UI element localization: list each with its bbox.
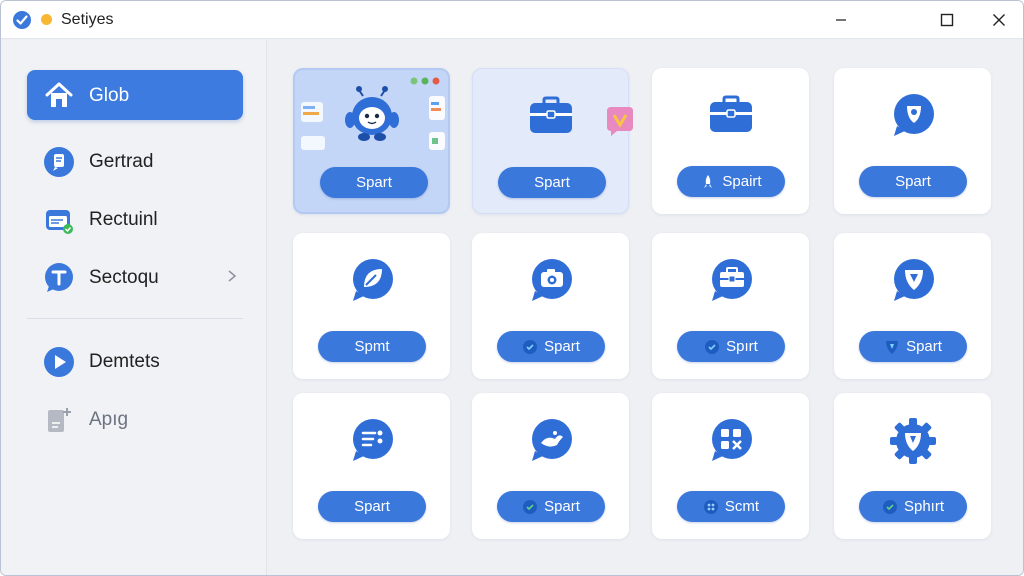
chat-leaf-icon	[352, 259, 393, 301]
start-button[interactable]: Spart	[497, 491, 605, 522]
rocket-icon	[704, 174, 713, 188]
button-label: Spırt	[726, 338, 758, 355]
sidebar-divider	[27, 318, 243, 319]
sidebar: Glob Gertrad Rectuinl Sectoqu Demtets Ap…	[1, 40, 267, 575]
button-label: Spart	[906, 338, 942, 355]
briefcase-icon	[709, 95, 752, 132]
calendar-check-icon	[46, 210, 73, 234]
play-circle-icon	[44, 347, 74, 377]
file-add-icon	[48, 408, 71, 432]
sidebar-item-rectuinl[interactable]: Rectuinl	[27, 194, 243, 244]
maximize-icon	[940, 13, 954, 27]
app-window: Setiyes Glob Gertrad Rectuinl Sectoqu De…	[0, 0, 1024, 576]
maximize-button[interactable]	[923, 1, 971, 39]
sidebar-item-sectoqu[interactable]: Sectoqu	[27, 252, 243, 302]
tile-card[interactable]: Spairt	[652, 68, 809, 214]
camera-chat-icon	[531, 259, 572, 301]
chat-shield-icon	[893, 94, 934, 136]
check-badge-icon	[882, 499, 897, 514]
status-dot	[41, 14, 52, 25]
shield-badge-icon	[886, 340, 899, 354]
button-label: Scmt	[724, 498, 760, 515]
sidebar-item-label: Sectoqu	[89, 267, 159, 288]
start-button[interactable]: Spairt	[677, 166, 785, 197]
close-button[interactable]	[975, 1, 1023, 39]
sidebar-item-label: Apıg	[89, 409, 129, 430]
close-icon	[993, 14, 1005, 26]
briefcase-icon	[529, 96, 572, 133]
sidebar-item-gertrad[interactable]: Gertrad	[27, 136, 243, 186]
minimize-button[interactable]	[817, 1, 865, 39]
check-badge-icon	[523, 499, 538, 514]
button-label: Spart	[354, 498, 390, 515]
bird-chat-icon	[531, 419, 572, 461]
window-dots-icon	[410, 77, 440, 85]
tile-card[interactable]: Sphırt	[834, 393, 991, 539]
grid-badge-icon	[703, 499, 718, 514]
tile-card[interactable]: Scmt	[652, 393, 809, 539]
heart-chat-icon	[607, 107, 633, 136]
tile-card[interactable]: Spart	[834, 233, 991, 379]
sidebar-item-glob[interactable]: Glob	[27, 70, 243, 120]
start-button[interactable]: Spart	[320, 167, 428, 198]
button-label: Spart	[895, 173, 931, 190]
chat-t-icon	[45, 263, 73, 292]
start-button[interactable]: Spart	[318, 491, 426, 522]
button-label: Spart	[544, 338, 580, 355]
sidebar-item-apig[interactable]: Apıg	[27, 394, 243, 444]
window-title: Setiyes	[61, 11, 114, 28]
check-badge-icon	[523, 339, 538, 354]
tile-card[interactable]: Spart	[834, 68, 991, 214]
sidebar-item-label: Gertrad	[89, 151, 154, 172]
button-label: Spart	[534, 174, 570, 191]
apps-chat-icon	[711, 419, 752, 461]
button-label: Sphırt	[903, 498, 945, 515]
button-label: Spmt	[354, 338, 390, 355]
app-logo-icon	[13, 11, 31, 29]
start-button[interactable]: Spart	[859, 166, 967, 197]
document-chat-icon	[44, 147, 74, 177]
gear-shield-icon	[889, 418, 936, 464]
button-label: Spart	[544, 498, 580, 515]
sidebar-item-demtets[interactable]: Demtets	[27, 336, 243, 386]
sidebar-item-label: Rectuinl	[89, 209, 158, 230]
start-button[interactable]: Spart	[497, 331, 605, 362]
tile-card[interactable]: Spart	[472, 393, 629, 539]
chevron-right-icon	[228, 270, 237, 282]
home-icon	[45, 82, 73, 107]
tile-card[interactable]: Spırt	[652, 233, 809, 379]
toolbox-chat-icon	[711, 259, 752, 301]
button-label: Spart	[356, 174, 392, 191]
tile-card[interactable]: Spart	[293, 393, 450, 539]
start-button[interactable]: Spart	[498, 167, 606, 198]
sidebar-item-label: Demtets	[89, 351, 160, 372]
tile-card[interactable]: Spart	[472, 68, 633, 214]
sidebar-item-label: Glob	[89, 85, 130, 106]
start-button[interactable]: Spırt	[677, 331, 785, 362]
shield-chat-icon	[893, 259, 934, 301]
minimize-icon	[836, 19, 846, 21]
tile-card[interactable]: Spart	[472, 233, 629, 379]
button-label: Spairt	[722, 173, 762, 190]
start-button[interactable]: Spart	[859, 331, 967, 362]
tile-grid: Spart Spart Spairt Spart Spmt Spart Spır…	[268, 40, 1023, 575]
list-chat-icon	[352, 419, 393, 461]
start-button[interactable]: Scmt	[677, 491, 785, 522]
check-badge-icon	[705, 339, 720, 354]
start-button[interactable]: Sphırt	[859, 491, 967, 522]
title-bar: Setiyes	[1, 1, 1023, 39]
tile-card[interactable]: Spart	[293, 68, 450, 214]
start-button[interactable]: Spmt	[318, 331, 426, 362]
tile-card[interactable]: Spmt	[293, 233, 450, 379]
